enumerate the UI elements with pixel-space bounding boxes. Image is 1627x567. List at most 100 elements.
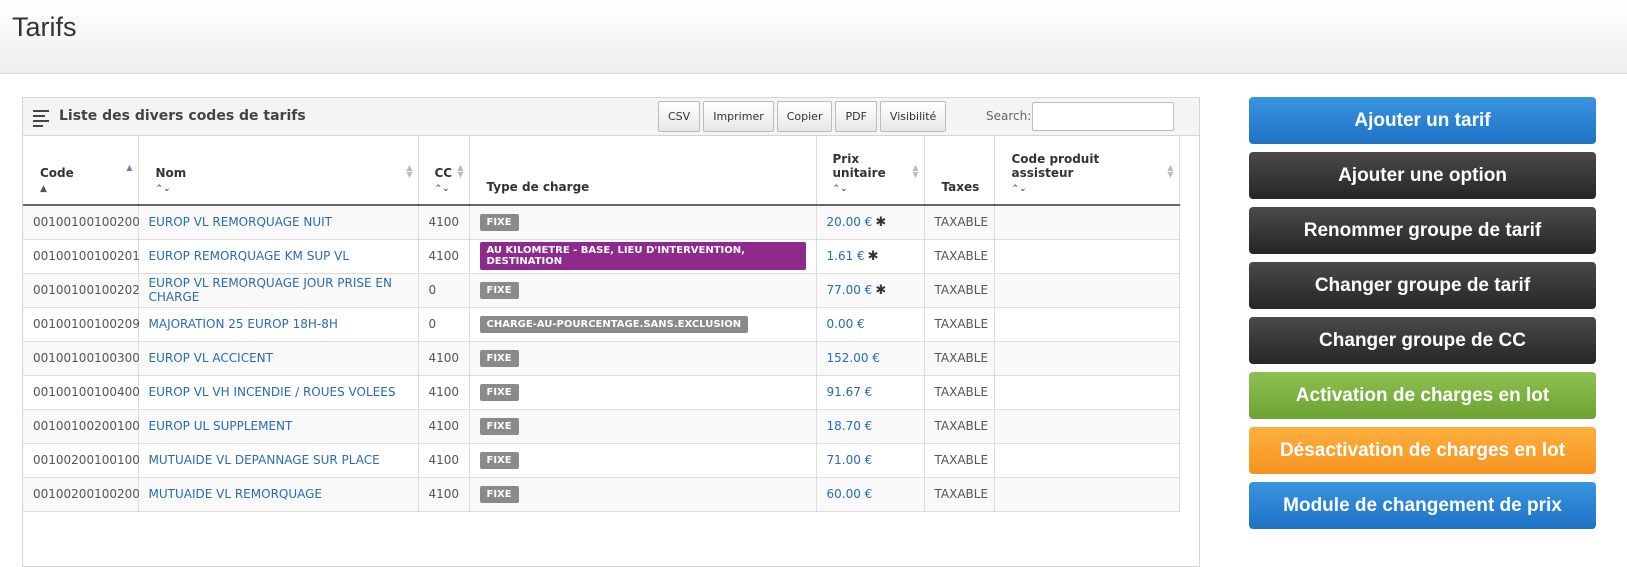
column-header-assisteur[interactable]: Code produit assisteur ⌃⌄ ▲ ▼ [994, 136, 1180, 206]
sort-icon: ▲ ▼ [406, 163, 413, 179]
column-header-type: Type de charge [469, 136, 817, 206]
add-option-button[interactable]: Ajouter une option [1249, 152, 1596, 199]
batch-deactivate-button[interactable]: Désactivation de charges en lot [1249, 427, 1596, 474]
column-header-nom[interactable]: Nom ⌃⌄ ▲ ▼ [138, 136, 419, 206]
table-row: 00100100100200 EUROP VL REMORQUAGE NUIT 41… [23, 205, 1180, 240]
price-link[interactable]: 91.67 € [827, 385, 873, 399]
cell-type: FIXE [469, 477, 817, 512]
charge-type-badge: FIXE [479, 213, 519, 231]
cell-taxes: TAXABLE [924, 273, 995, 308]
cell-nom-link[interactable]: EUROP VL REMORQUAGE NUIT [138, 205, 419, 240]
price-change-module-button[interactable]: Module de changement de prix [1249, 482, 1596, 529]
column-header-prix[interactable]: Prix unitaire ⌃⌄ ▲ ▼ [816, 136, 925, 206]
charge-type-badge: FIXE [479, 451, 519, 469]
cell-cc: 4100 [418, 341, 470, 376]
cell-cc: 4100 [418, 205, 470, 240]
column-header-code[interactable]: Code ▲ ▲ [23, 136, 139, 206]
column-header-cc[interactable]: CC ⌃⌄ ▲ ▼ [418, 136, 470, 206]
charge-type-badge: AU KILOMETRE - BASE, LIEU D'INTERVENTION… [479, 242, 806, 270]
price-link[interactable]: 77.00 € [827, 283, 873, 297]
cell-assisteur [994, 477, 1180, 512]
copy-button[interactable]: Copier [776, 101, 833, 132]
price-link[interactable]: 20.00 € [827, 215, 873, 229]
add-tariff-button[interactable]: Ajouter un tarif [1249, 97, 1596, 144]
column-header-taxes: Taxes [924, 136, 995, 206]
price-link[interactable]: 71.00 € [827, 453, 873, 467]
cell-assisteur [994, 273, 1180, 308]
cell-code: 00100100100201 [23, 239, 140, 274]
sort-icon: ▲ [126, 163, 133, 172]
cell-assisteur [994, 341, 1180, 376]
export-toolbar: CSV Imprimer Copier PDF Visibilité [658, 101, 947, 132]
table-row: 00100100100201 EUROP REMORQUAGE KM SUP VL… [23, 239, 1180, 274]
cell-code: 00100100100202 [23, 273, 140, 308]
cell-nom-link[interactable]: EUROP VL REMORQUAGE JOUR PRISE EN CHARGE [138, 273, 419, 308]
cell-taxes: TAXABLE [924, 477, 995, 512]
cell-prix: 0.00 € [816, 307, 925, 342]
table-row: 00100100200100 EUROP UL SUPPLEMENT 4100 FIX… [23, 409, 1180, 444]
price-link[interactable]: 0.00 € [827, 317, 865, 331]
cell-nom-link[interactable]: EUROP VL ACCICENT [138, 341, 419, 376]
cell-type: AU KILOMETRE - BASE, LIEU D'INTERVENTION… [469, 239, 817, 274]
tariff-list-panel: Liste des divers codes de tarifs CSV Imp… [22, 97, 1200, 567]
cell-code: 00100100100300 [23, 341, 140, 376]
cell-code: 00100200100200 [23, 477, 140, 512]
cell-nom-link[interactable]: MUTUAIDE VL DEPANNAGE SUR PLACE [138, 443, 419, 478]
page-title: Tarifs [12, 12, 77, 42]
batch-activate-button[interactable]: Activation de charges en lot [1249, 372, 1596, 419]
cell-prix: 91.67 € [816, 375, 925, 410]
cell-nom-link[interactable]: MAJORATION 25 EUROP 18H-8H [138, 307, 419, 342]
cell-assisteur [994, 239, 1180, 274]
cell-type: FIXE [469, 273, 817, 308]
cell-assisteur [994, 409, 1180, 444]
charge-type-badge: CHARGE-AU-POURCENTAGE.SANS.EXCLUSION [479, 315, 749, 333]
cell-taxes: TAXABLE [924, 375, 995, 410]
change-tariff-group-button[interactable]: Changer groupe de tarif [1249, 262, 1596, 309]
panel-title: Liste des divers codes de tarifs [59, 108, 306, 124]
asterisk-icon: ✱ [875, 214, 887, 230]
search-input[interactable] [1032, 102, 1174, 131]
cell-nom-link[interactable]: EUROP VL VH INCENDIE / ROUES VOLEES [138, 375, 419, 410]
cell-type: FIXE [469, 341, 817, 376]
charge-type-badge: FIXE [479, 281, 519, 299]
charge-type-badge: FIXE [479, 349, 519, 367]
price-link[interactable]: 18.70 € [827, 419, 873, 433]
cell-prix: 77.00 € ✱ [816, 273, 925, 308]
rename-tariff-group-button[interactable]: Renommer groupe de tarif [1249, 207, 1596, 254]
cell-nom-link[interactable]: EUROP UL SUPPLEMENT [138, 409, 419, 444]
price-link[interactable]: 60.00 € [827, 487, 873, 501]
pdf-button[interactable]: PDF [835, 101, 877, 132]
panel-header: Liste des divers codes de tarifs CSV Imp… [23, 98, 1199, 136]
cell-type: FIXE [469, 375, 817, 410]
page-header: Tarifs [0, 0, 1627, 74]
table-row: 00100100100202 EUROP VL REMORQUAGE JOUR P… [23, 273, 1180, 308]
cell-type: FIXE [469, 205, 817, 240]
charge-type-badge: FIXE [479, 417, 519, 435]
cell-assisteur [994, 443, 1180, 478]
csv-button[interactable]: CSV [658, 101, 701, 132]
cell-prix: 71.00 € [816, 443, 925, 478]
table-row: 00100200100100 MUTUAIDE VL DEPANNAGE SUR … [23, 443, 1180, 478]
change-cc-group-button[interactable]: Changer groupe de CC [1249, 317, 1596, 364]
print-button[interactable]: Imprimer [703, 101, 774, 132]
cell-type: CHARGE-AU-POURCENTAGE.SANS.EXCLUSION [469, 307, 817, 342]
charge-type-badge: FIXE [479, 383, 519, 401]
table-row: 00100100100400 EUROP VL VH INCENDIE / ROU… [23, 375, 1180, 410]
visibility-button[interactable]: Visibilité [879, 101, 947, 132]
cell-prix: 152.00 € [816, 341, 925, 376]
tariff-table: Code ▲ ▲ Nom ⌃⌄ ▲ ▼ CC ⌃⌄ ▲ ▼ Type de charge Pri… [23, 136, 1180, 512]
cell-taxes: TAXABLE [924, 239, 995, 274]
price-link[interactable]: 152.00 € [827, 351, 880, 365]
cell-nom-link[interactable]: MUTUAIDE VL REMORQUAGE [138, 477, 419, 512]
cell-code: 00100100200100 [23, 409, 140, 444]
table-row: 00100100100209 MAJORATION 25 EUROP 18H-8H… [23, 307, 1180, 342]
cell-taxes: TAXABLE [924, 341, 995, 376]
price-link[interactable]: 1.61 € [827, 249, 865, 263]
cell-cc: 4100 [418, 409, 470, 444]
cell-type: FIXE [469, 443, 817, 478]
cell-cc: 0 [418, 273, 470, 308]
table-row: 00100200100200 MUTUAIDE VL REMORQUAGE 4100… [23, 477, 1180, 512]
cell-code: 00100100100209 [23, 307, 140, 342]
asterisk-icon: ✱ [875, 282, 887, 298]
cell-nom-link[interactable]: EUROP REMORQUAGE KM SUP VL [138, 239, 419, 274]
